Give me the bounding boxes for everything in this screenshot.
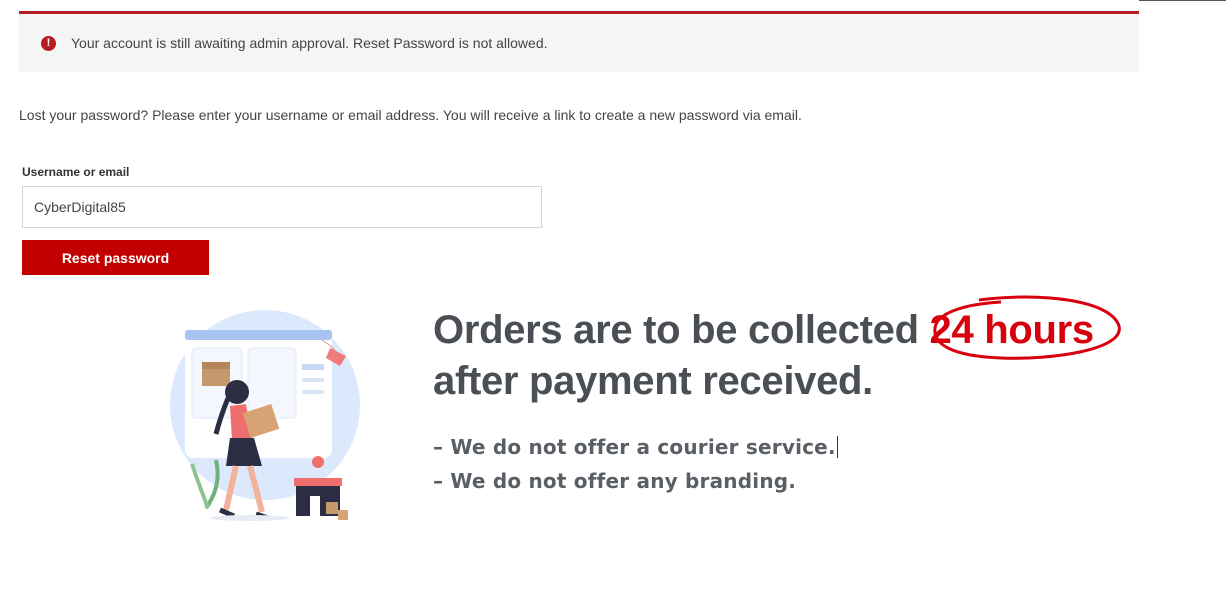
username-label: Username or email: [22, 165, 130, 179]
lost-password-instructions: Lost your password? Please enter your us…: [19, 107, 802, 123]
notice-message: Your account is still awaiting admin app…: [71, 35, 548, 51]
delivery-illustration: [170, 310, 360, 521]
headline-text-start: Orders are to be collected: [433, 308, 930, 352]
text-cursor: [836, 436, 838, 458]
service-notes: – We do not offer a courier service. – W…: [433, 430, 838, 498]
bullet-no-courier: – We do not offer a courier service.: [433, 435, 836, 459]
list-item: – We do not offer any branding.: [433, 464, 838, 498]
reset-password-button[interactable]: Reset password: [22, 240, 209, 275]
exclamation-circle-icon: !: [41, 36, 56, 51]
top-divider: [1139, 0, 1226, 1]
username-field[interactable]: [22, 186, 542, 228]
headline-text-end: after payment received.: [433, 359, 873, 403]
list-item: – We do not offer a courier service.: [433, 430, 838, 464]
hand-drawn-circle-annotation: [933, 295, 1121, 360]
approval-notice: ! Your account is still awaiting admin a…: [19, 11, 1139, 72]
bullet-no-branding: – We do not offer any branding.: [433, 469, 797, 493]
